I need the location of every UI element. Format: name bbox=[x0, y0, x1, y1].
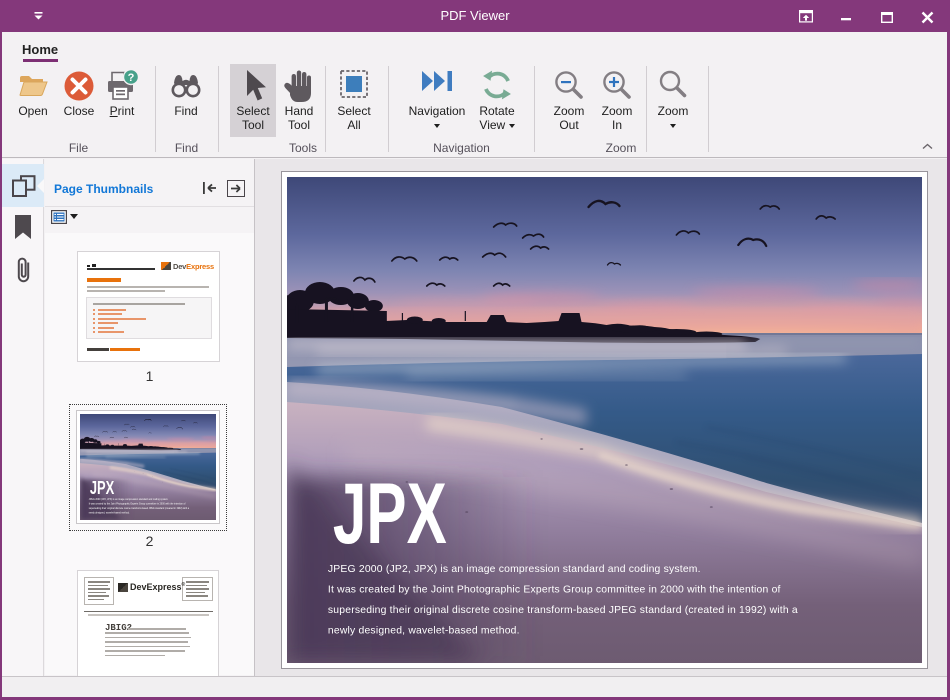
svg-text:?: ? bbox=[128, 72, 135, 84]
svg-text:JPX: JPX bbox=[90, 477, 115, 498]
svg-text:JPEG 2000 (JP2, JPX) is an ima: JPEG 2000 (JP2, JPX) is an image compres… bbox=[328, 564, 701, 575]
svg-text:It was created by the Joint Ph: It was created by the Joint Photographic… bbox=[328, 584, 781, 595]
svg-text:JPX: JPX bbox=[333, 466, 447, 562]
svg-text:superseding their original dis: superseding their original discrete cosi… bbox=[328, 605, 798, 616]
svg-text:newly designed, wavelet-based: newly designed, wavelet-based method. bbox=[328, 625, 520, 636]
